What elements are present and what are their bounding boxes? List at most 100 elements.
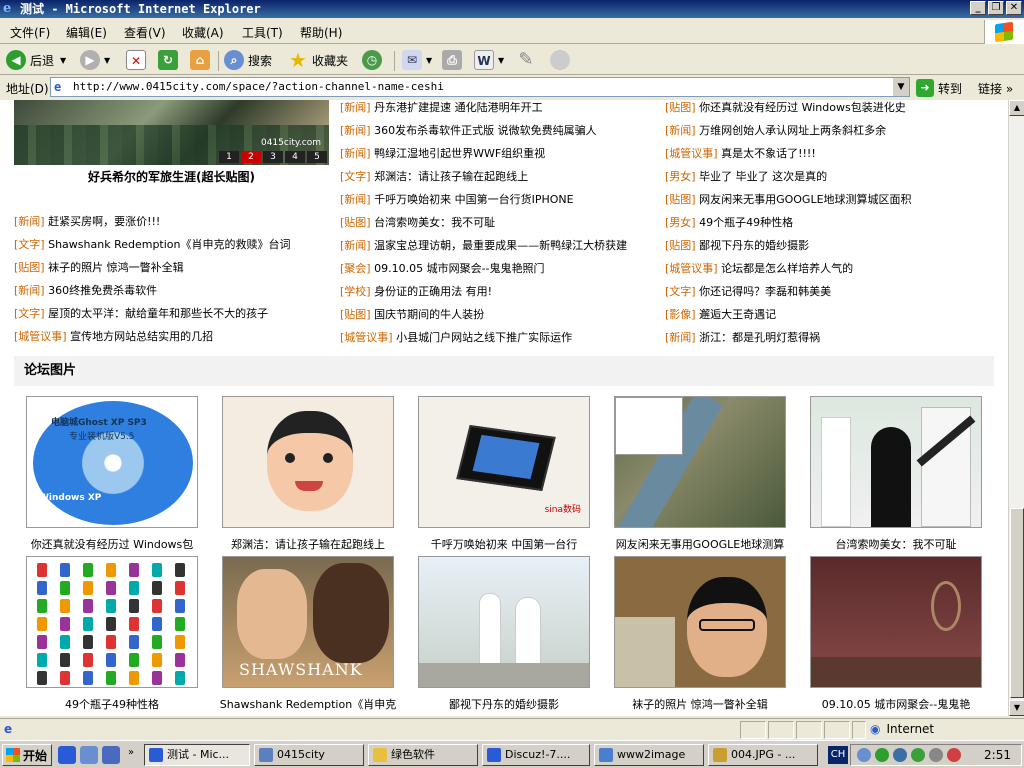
hero-image[interactable]: 0415city.com 1 2 3 4 5: [14, 100, 329, 165]
news-item[interactable]: [聚会] 09.10.05 城市网聚会--鬼鬼艳照门: [340, 261, 660, 277]
task-discuz[interactable]: Discuz!-7....: [482, 744, 590, 766]
quicklaunch-ie-icon[interactable]: [58, 746, 76, 764]
tray-shield-icon[interactable]: [875, 748, 889, 762]
scroll-thumb[interactable]: [1010, 508, 1024, 698]
home-button[interactable]: ⌂: [190, 48, 214, 72]
scroll-down-button[interactable]: ▼: [1009, 700, 1024, 716]
quicklaunch-desktop-icon[interactable]: [80, 746, 98, 764]
news-title[interactable]: 邂逅大王奇遇记: [699, 308, 776, 321]
restore-button[interactable]: ❐: [988, 1, 1004, 15]
tray-volume-icon[interactable]: [929, 748, 943, 762]
tray-plus-icon[interactable]: [911, 748, 925, 762]
news-category[interactable]: [新闻]: [340, 239, 371, 252]
gallery-caption[interactable]: 袜子的照片 惊鸿一瞥补全辑: [602, 696, 798, 712]
hero-page-5[interactable]: 5: [307, 151, 327, 163]
news-title[interactable]: 台湾索吻美女：我不可耻: [374, 216, 495, 229]
print-button[interactable]: ⎙: [442, 48, 466, 72]
news-item[interactable]: [新闻] 万维网创始人承认网址上两条斜杠多余: [665, 123, 985, 139]
news-category[interactable]: [贴图]: [14, 261, 45, 274]
menu-view[interactable]: 查看(V): [124, 24, 166, 41]
news-item[interactable]: [男女] 49个瓶子49种性格: [665, 215, 985, 231]
news-category[interactable]: [新闻]: [340, 101, 371, 114]
back-button[interactable]: ◀ 后退 ▼: [6, 48, 66, 72]
language-indicator[interactable]: CH: [828, 746, 848, 764]
address-dropdown-button[interactable]: ▼: [893, 78, 909, 96]
task-0415city[interactable]: 0415city: [254, 744, 364, 766]
news-item[interactable]: [新闻] 丹东港扩建提速 通化陆港明年开工: [340, 100, 660, 116]
news-title[interactable]: 万维网创始人承认网址上两条斜杠多余: [699, 124, 886, 137]
news-title[interactable]: 小县城门户网站之线下推广实际运作: [396, 331, 572, 344]
news-item[interactable]: [新闻] 360发布杀毒软件正式版 说微软免费纯属骗人: [340, 123, 660, 139]
start-button[interactable]: 开始: [2, 744, 52, 766]
messenger-button[interactable]: [550, 48, 574, 72]
tray-network-icon[interactable]: [893, 748, 907, 762]
news-item[interactable]: [城管议事] 论坛都是怎么样培养人气的: [665, 261, 985, 277]
favorites-button[interactable]: ★ 收藏夹: [288, 48, 348, 72]
news-item[interactable]: [贴图] 袜子的照片 惊鸿一瞥补全辑: [14, 260, 334, 276]
news-category[interactable]: [新闻]: [340, 124, 371, 137]
gallery-thumbnail[interactable]: [222, 396, 394, 528]
close-button[interactable]: ✕: [1006, 1, 1022, 15]
gallery-caption[interactable]: 郑渊洁：请让孩子输在起跑线上: [210, 536, 406, 552]
hero-page-1[interactable]: 1: [219, 151, 239, 163]
hero-page-2[interactable]: 2: [241, 151, 261, 163]
news-category[interactable]: [文字]: [340, 170, 371, 183]
gallery-caption[interactable]: 千呼万唤始初来 中国第一台行: [406, 536, 602, 552]
task-www2image[interactable]: www2image: [594, 744, 704, 766]
history-button[interactable]: ◷: [362, 48, 386, 72]
news-title[interactable]: 郑渊洁：请让孩子输在起跑线上: [374, 170, 528, 183]
news-item[interactable]: [城管议事] 小县城门户网站之线下推广实际运作: [340, 330, 660, 346]
news-category[interactable]: [新闻]: [340, 147, 371, 160]
news-item[interactable]: [城管议事] 真是太不象话了!!!!: [665, 146, 985, 162]
news-category[interactable]: [文字]: [14, 307, 45, 320]
news-title[interactable]: 你还真就没有经历过 Windows包装进化史: [699, 101, 906, 114]
news-item[interactable]: [影像] 邂逅大王奇遇记: [665, 307, 985, 323]
hero-caption[interactable]: 好兵希尔的军旅生涯(超长贴图): [14, 168, 329, 185]
news-title[interactable]: 毕业了 毕业了 这次是真的: [699, 170, 827, 183]
news-title[interactable]: 鸭绿江湿地引起世界WWF组织重视: [374, 147, 545, 160]
search-button[interactable]: ⌕ 搜索: [224, 48, 272, 72]
title-bar[interactable]: e 测试 - Microsoft Internet Explorer _ ❐ ✕: [0, 0, 1024, 18]
news-category[interactable]: [贴图]: [665, 101, 696, 114]
minimize-button[interactable]: _: [970, 1, 986, 15]
gallery-thumbnail[interactable]: [810, 396, 982, 528]
news-title[interactable]: 国庆节期间的牛人装扮: [374, 308, 484, 321]
go-button[interactable]: ➜ 转到: [916, 78, 962, 98]
news-category[interactable]: [贴图]: [665, 239, 696, 252]
news-item[interactable]: [新闻] 千呼万唤始初来 中国第一台行货IPHONE: [340, 192, 660, 208]
news-item[interactable]: [贴图] 你还真就没有经历过 Windows包装进化史: [665, 100, 985, 116]
news-category[interactable]: [新闻]: [14, 284, 45, 297]
news-item[interactable]: [新闻] 浙江：都是孔明灯惹得祸: [665, 330, 985, 346]
gallery-thumbnail[interactable]: [26, 556, 198, 688]
hero-page-4[interactable]: 4: [285, 151, 305, 163]
news-title[interactable]: 49个瓶子49种性格: [699, 216, 793, 229]
news-category[interactable]: [贴图]: [340, 308, 371, 321]
edit-button[interactable]: W ▼: [474, 48, 504, 72]
news-item[interactable]: [新闻] 鸭绿江湿地引起世界WWF组织重视: [340, 146, 660, 162]
news-title[interactable]: 浙江：都是孔明灯惹得祸: [699, 331, 820, 344]
links-button[interactable]: 链接 »: [978, 80, 1013, 97]
menu-edit[interactable]: 编辑(E): [66, 24, 107, 41]
news-item[interactable]: [城管议事] 宣传地方网站总结实用的几招: [14, 329, 334, 345]
news-category[interactable]: [城管议事]: [14, 330, 67, 343]
quicklaunch-media-icon[interactable]: [102, 746, 120, 764]
gallery-thumbnail[interactable]: [810, 556, 982, 688]
refresh-button[interactable]: ↻: [158, 48, 182, 72]
news-item[interactable]: [贴图] 鄙视下丹东的婚纱摄影: [665, 238, 985, 254]
discuss-button[interactable]: ✎: [516, 48, 540, 72]
gallery-thumbnail[interactable]: SHAWSHANK: [222, 556, 394, 688]
gallery-caption[interactable]: 09.10.05 城市网聚会--鬼鬼艳: [798, 696, 994, 712]
task-004-jpg[interactable]: 004.JPG - ...: [708, 744, 818, 766]
hero-page-3[interactable]: 3: [263, 151, 283, 163]
news-category[interactable]: [新闻]: [14, 215, 45, 228]
news-title[interactable]: 360发布杀毒软件正式版 说微软免费纯属骗人: [374, 124, 597, 137]
news-category[interactable]: [文字]: [14, 238, 45, 251]
news-title[interactable]: 千呼万唤始初来 中国第一台行货IPHONE: [374, 193, 573, 206]
news-category[interactable]: [新闻]: [665, 124, 696, 137]
news-category[interactable]: [新闻]: [340, 193, 371, 206]
address-input[interactable]: e http://www.0415city.com/space/?action-…: [50, 77, 910, 97]
tray-antivirus-icon[interactable]: [947, 748, 961, 762]
stop-button[interactable]: ✕: [126, 48, 150, 72]
gallery-caption[interactable]: 你还真就没有经历过 Windows包: [14, 536, 210, 552]
news-item[interactable]: [贴图] 台湾索吻美女：我不可耻: [340, 215, 660, 231]
